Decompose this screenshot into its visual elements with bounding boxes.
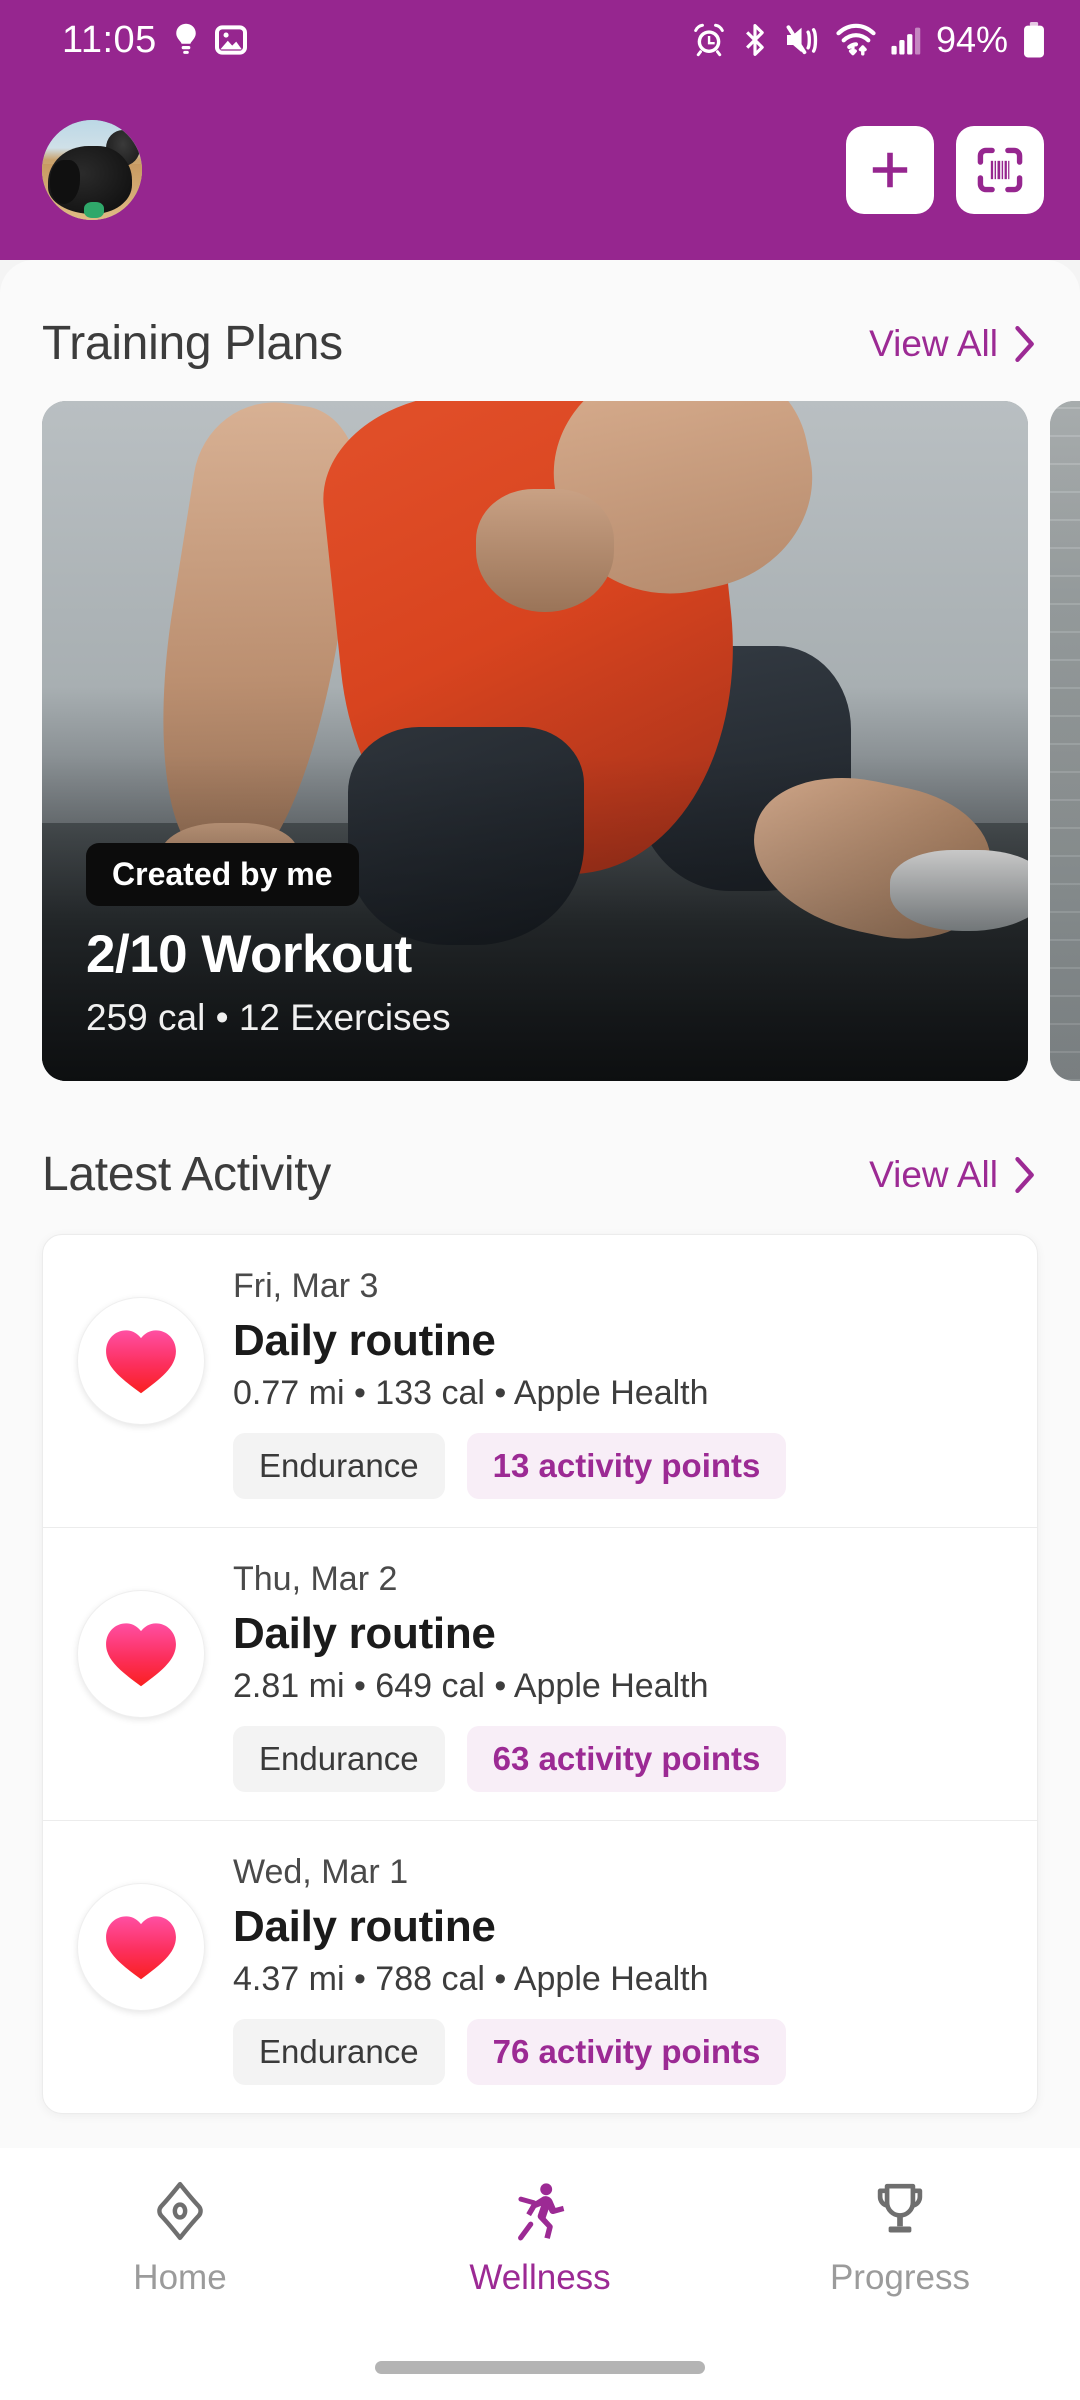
nav-item-wellness[interactable]: Wellness: [360, 2180, 720, 2298]
status-time: 11:05: [62, 18, 157, 61]
latest-activity-view-all[interactable]: View All: [869, 1154, 1038, 1196]
activity-points-chip: 76 activity points: [466, 2019, 787, 2085]
wifi-icon: [836, 23, 876, 56]
vibrate-mute-icon: [786, 25, 818, 55]
phone-screen: 11:05 94% Training Plans View All Create…: [0, 0, 1080, 2400]
scan-button[interactable]: [956, 126, 1044, 214]
activity-source-icon-wrap: [77, 1883, 205, 2011]
plan-card-badge: Created by me: [86, 843, 359, 906]
battery-percent: 94%: [935, 19, 1008, 60]
activity-chips: Endurance 63 activity points: [233, 1726, 1003, 1792]
heart-icon: [106, 1330, 176, 1394]
activity-date: Fri, Mar 3: [233, 1267, 379, 1305]
app-header: [0, 80, 1080, 260]
nav-label-progress: Progress: [829, 2258, 971, 2297]
activity-chips: Endurance 76 activity points: [233, 2019, 1003, 2085]
activity-name: Daily routine: [233, 1902, 496, 1951]
image-icon: [214, 25, 247, 55]
trophy-icon: [877, 2183, 923, 2233]
training-plans-title: Training Plans: [42, 317, 343, 370]
running-person-icon: [518, 2183, 565, 2241]
activity-item-body: Fri, Mar 3 Daily routine 0.77 mi • 133 c…: [233, 1265, 1003, 1499]
nav-label-wellness: Wellness: [469, 2258, 611, 2297]
activity-tag-chip: Endurance: [233, 1433, 445, 1499]
status-bar: 11:05 94%: [0, 0, 1080, 80]
activity-stats: 2.81 mi • 649 cal • Apple Health: [233, 1667, 709, 1705]
avatar-toy: [84, 202, 104, 218]
nav-label-home: Home: [133, 2258, 227, 2297]
activity-source-icon-wrap: [77, 1590, 205, 1718]
activity-points-chip: 63 activity points: [466, 1726, 787, 1792]
avatar[interactable]: [42, 120, 142, 220]
activity-list-item[interactable]: Wed, Mar 1 Daily routine 4.37 mi • 788 c…: [43, 1820, 1037, 2113]
training-plans-header: Training Plans View All: [0, 316, 1080, 371]
latest-activity-header: Latest Activity View All: [0, 1147, 1080, 1202]
activity-item-body: Thu, Mar 2 Daily routine 2.81 mi • 649 c…: [233, 1558, 1003, 1792]
add-button[interactable]: [846, 126, 934, 214]
heart-icon: [106, 1916, 176, 1980]
plan-image-head: [475, 489, 614, 612]
bluetooth-icon: [745, 24, 764, 56]
activity-tag-chip: Endurance: [233, 2019, 445, 2085]
latest-activity-view-all-label: View All: [869, 1153, 998, 1195]
add-icon: [872, 152, 908, 188]
activity-name: Daily routine: [233, 1316, 496, 1365]
activity-stats: 0.77 mi • 133 cal • Apple Health: [233, 1374, 709, 1412]
training-plans-carousel[interactable]: Created by me 2/10 Workout 259 cal • 12 …: [0, 401, 1080, 1081]
activity-source-icon-wrap: [77, 1297, 205, 1425]
activity-name: Daily routine: [233, 1609, 496, 1658]
activity-points-chip: 13 activity points: [466, 1433, 787, 1499]
content-sheet: Training Plans View All Created by me 2/…: [0, 260, 1080, 2400]
alarm-icon: [694, 23, 724, 57]
training-plans-view-all[interactable]: View All: [869, 323, 1038, 365]
plan-card-overlay: Created by me 2/10 Workout 259 cal • 12 …: [86, 843, 984, 1039]
signal-icon: [891, 27, 921, 55]
plan-card-meta: 259 cal • 12 Exercises: [86, 997, 451, 1038]
training-plans-view-all-label: View All: [869, 322, 998, 364]
activity-date: Wed, Mar 1: [233, 1853, 409, 1891]
barcode-scan-icon: [977, 147, 1023, 193]
battery-icon: [1024, 22, 1044, 58]
status-bar-left: 11:05: [62, 19, 247, 62]
status-bar-right: 94%: [692, 19, 1046, 61]
nav-item-home[interactable]: Home: [0, 2180, 360, 2298]
activity-tag-chip: Endurance: [233, 1726, 445, 1792]
plan-card-title: 2/10 Workout: [86, 925, 412, 984]
activity-chips: Endurance 13 activity points: [233, 1433, 1003, 1499]
home-diamond-icon: [157, 2181, 203, 2241]
header-actions: [846, 126, 1044, 214]
chevron-right-icon: [1015, 325, 1034, 362]
latest-activity-title: Latest Activity: [42, 1148, 331, 1201]
activity-date: Thu, Mar 2: [233, 1560, 398, 1598]
home-indicator[interactable]: [375, 2361, 705, 2374]
bulb-icon: [176, 23, 196, 54]
plan-card-next-texture: [1050, 401, 1080, 1081]
activity-list-item[interactable]: Fri, Mar 3 Daily routine 0.77 mi • 133 c…: [43, 1235, 1037, 1527]
nav-item-progress[interactable]: Progress: [720, 2180, 1080, 2298]
training-plan-card[interactable]: Created by me 2/10 Workout 259 cal • 12 …: [42, 401, 1028, 1081]
activity-item-body: Wed, Mar 1 Daily routine 4.37 mi • 788 c…: [233, 1851, 1003, 2085]
heart-icon: [106, 1623, 176, 1687]
chevron-right-icon: [1015, 1156, 1034, 1193]
activity-stats: 4.37 mi • 788 cal • Apple Health: [233, 1960, 709, 1998]
latest-activity-list: Fri, Mar 3 Daily routine 0.77 mi • 133 c…: [42, 1234, 1038, 2114]
training-plan-card-next[interactable]: [1050, 401, 1080, 1081]
activity-list-item[interactable]: Thu, Mar 2 Daily routine 2.81 mi • 649 c…: [43, 1527, 1037, 1820]
